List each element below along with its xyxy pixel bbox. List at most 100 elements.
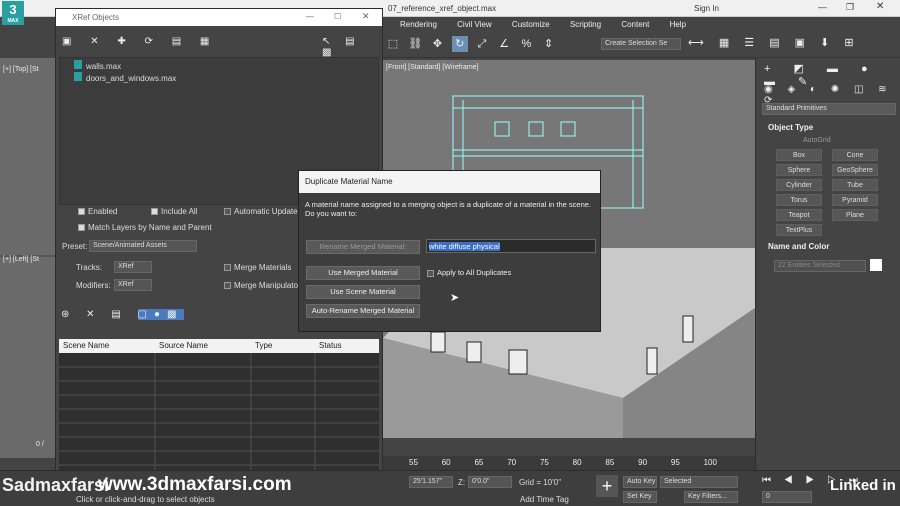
- x-coordinate-field[interactable]: 25'1.157": [409, 476, 453, 488]
- xref-maximize-icon[interactable]: ☐: [334, 12, 341, 21]
- preset-label: Preset:: [62, 242, 88, 251]
- menu-content[interactable]: Content: [621, 20, 649, 29]
- auto-key-button[interactable]: Auto Key: [623, 476, 657, 488]
- link-icon[interactable]: ⛓: [407, 36, 423, 52]
- name-and-color-header[interactable]: Name and Color: [768, 242, 829, 251]
- object-color-swatch[interactable]: [870, 259, 882, 271]
- menu-customize[interactable]: Customize: [512, 20, 550, 29]
- move-icon[interactable]: ✥: [429, 36, 445, 52]
- selected-dropdown[interactable]: Selected: [660, 476, 738, 488]
- left-viewport-label[interactable]: [+] [Left] [St: [3, 256, 39, 263]
- selection-set-dropdown[interactable]: Create Selection Se: [601, 38, 681, 50]
- entities-field[interactable]: 22 Entities Selected: [774, 260, 866, 272]
- menu-rendering[interactable]: Rendering: [400, 20, 437, 29]
- brand-logo: Linked in: [830, 477, 896, 494]
- app-logo: 3 MAX: [2, 1, 24, 25]
- sphere-button[interactable]: Sphere: [776, 164, 822, 176]
- xref-entities-toolbar[interactable]: ⊛ ✕ ▤ ▢●▩: [61, 309, 184, 320]
- grid-readout: Grid = 10'0": [519, 478, 561, 487]
- menu-bar: Rendering Civil View Customize Scripting…: [383, 17, 900, 32]
- sign-in-link[interactable]: Sign In: [694, 4, 719, 13]
- pyramid-button[interactable]: Pyramid: [832, 194, 878, 206]
- table-gridlines: [59, 353, 379, 473]
- list-item[interactable]: walls.max: [74, 60, 121, 71]
- left-viewports[interactable]: [+] [Top] [St [+] [Left] [St 0 /: [0, 58, 55, 458]
- angle-snap-icon[interactable]: ∠: [496, 36, 512, 52]
- rename-merged-material-button[interactable]: Rename Merged Material:: [306, 240, 420, 254]
- file-icon: [74, 72, 82, 81]
- preset-dropdown[interactable]: Scene/Animated Assets: [89, 240, 197, 252]
- textplus-button[interactable]: TextPlus: [776, 224, 822, 236]
- match-layers-checkbox[interactable]: Match Layers by Name and Parent: [78, 223, 212, 232]
- plane-button[interactable]: Plane: [832, 209, 878, 221]
- tube-button[interactable]: Tube: [832, 179, 878, 191]
- object-type-header[interactable]: Object Type: [768, 123, 813, 132]
- minimize-icon[interactable]: —: [818, 2, 827, 12]
- xref-minimize-icon[interactable]: —: [306, 12, 314, 21]
- cylinder-button[interactable]: Cylinder: [776, 179, 822, 191]
- z-label: Z:: [458, 478, 466, 487]
- column-status[interactable]: Status: [319, 341, 342, 350]
- column-type[interactable]: Type: [255, 341, 272, 350]
- set-key-button[interactable]: Set Key: [623, 491, 657, 503]
- xref-toolbar[interactable]: ▣ ✕ ✚ ⟳ ▤ ▦: [62, 36, 217, 47]
- merge-manipulators-checkbox[interactable]: Merge Manipulators: [224, 281, 305, 290]
- file-name: 07_reference_xref_object.max: [388, 4, 497, 13]
- key-plus-icon[interactable]: +: [596, 475, 618, 497]
- list-item[interactable]: doors_and_windows.max: [74, 72, 176, 83]
- watermark-left: Sadmaxfarsi: [2, 475, 110, 495]
- file-icon: [74, 60, 82, 69]
- geosphere-button[interactable]: GeoSphere: [832, 164, 878, 176]
- spinner-snap-icon[interactable]: ⇕: [541, 36, 557, 52]
- primitives-dropdown[interactable]: Standard Primitives: [762, 103, 896, 115]
- layer-icons[interactable]: ⟷ ▦ ☰ ▤ ▣ ⬇ ⊞: [688, 36, 860, 49]
- mouse-cursor-icon: ➤: [450, 292, 460, 304]
- enabled-checkbox[interactable]: Enabled: [78, 207, 117, 216]
- key-filters-button[interactable]: Key Filters...: [684, 491, 738, 503]
- entities-table[interactable]: [59, 353, 379, 473]
- duplicate-material-dialog: Duplicate Material Name A material name …: [298, 170, 601, 332]
- autogrid-checkbox[interactable]: AutoGrid: [803, 137, 831, 144]
- entities-table-header: Scene Name Source Name Type Status: [59, 339, 379, 353]
- xref-toolbar-right[interactable]: ↖ ▤ ▩: [322, 36, 382, 58]
- include-all-checkbox[interactable]: Include All: [151, 207, 197, 216]
- modifiers-dropdown[interactable]: XRef: [114, 279, 152, 291]
- close-icon[interactable]: ✕: [876, 1, 884, 12]
- tracks-label: Tracks:: [76, 263, 102, 272]
- watermark: www.3dmaxfarsi.com: [98, 474, 292, 495]
- main-toolbar: ⬚ ⛓ ✥ ↻ ⤢ ∠ % ⇕ Create Selection Se ⟷ ▦ …: [383, 32, 900, 58]
- tracks-dropdown[interactable]: XRef: [114, 261, 152, 273]
- box-button[interactable]: Box: [776, 149, 822, 161]
- column-scene-name[interactable]: Scene Name: [63, 341, 109, 350]
- column-source-name[interactable]: Source Name: [159, 341, 208, 350]
- use-scene-material-button[interactable]: Use Scene Material: [306, 285, 420, 299]
- menu-scripting[interactable]: Scripting: [570, 20, 601, 29]
- automatic-update-checkbox[interactable]: Automatic Update: [224, 207, 298, 216]
- add-time-tag[interactable]: Add Time Tag: [520, 495, 569, 504]
- xref-close-icon[interactable]: ✕: [362, 11, 370, 22]
- dup-dialog-title: Duplicate Material Name: [299, 171, 600, 193]
- cone-button[interactable]: Cone: [832, 149, 878, 161]
- dup-dialog-message: A material name assigned to a merging ob…: [305, 200, 591, 218]
- scale-icon[interactable]: ⤢: [474, 36, 490, 52]
- z-coordinate-field[interactable]: 0'0.0": [468, 476, 512, 488]
- auto-rename-button[interactable]: Auto-Rename Merged Material: [306, 304, 420, 318]
- menu-civil-view[interactable]: Civil View: [457, 20, 492, 29]
- top-viewport-label[interactable]: [+] [Top] [St: [3, 66, 39, 73]
- merge-materials-checkbox[interactable]: Merge Materials: [224, 263, 291, 272]
- apply-to-all-checkbox[interactable]: Apply to All Duplicates: [427, 268, 511, 277]
- timeline-ruler[interactable]: 55 60 65 70 75 80 85 90 95 100: [383, 456, 755, 470]
- prompt-text: Click or click-and-drag to select object…: [76, 495, 215, 504]
- rotate-icon[interactable]: ↻: [451, 36, 468, 52]
- teapot-button[interactable]: Teapot: [776, 209, 822, 221]
- material-name-input[interactable]: white diffuse physical: [426, 239, 596, 253]
- restore-icon[interactable]: ❐: [846, 2, 854, 13]
- status-bar: Sadmaxfarsi www.3dmaxfarsi.com Click or …: [0, 470, 900, 506]
- select-icon[interactable]: ⬚: [385, 36, 401, 52]
- menu-help[interactable]: Help: [670, 20, 686, 29]
- percent-snap-icon[interactable]: %: [518, 36, 534, 52]
- frame-counter: 0 /: [36, 441, 44, 448]
- torus-button[interactable]: Torus: [776, 194, 822, 206]
- use-merged-material-button[interactable]: Use Merged Material: [306, 266, 420, 280]
- current-frame-field[interactable]: 0: [762, 491, 812, 503]
